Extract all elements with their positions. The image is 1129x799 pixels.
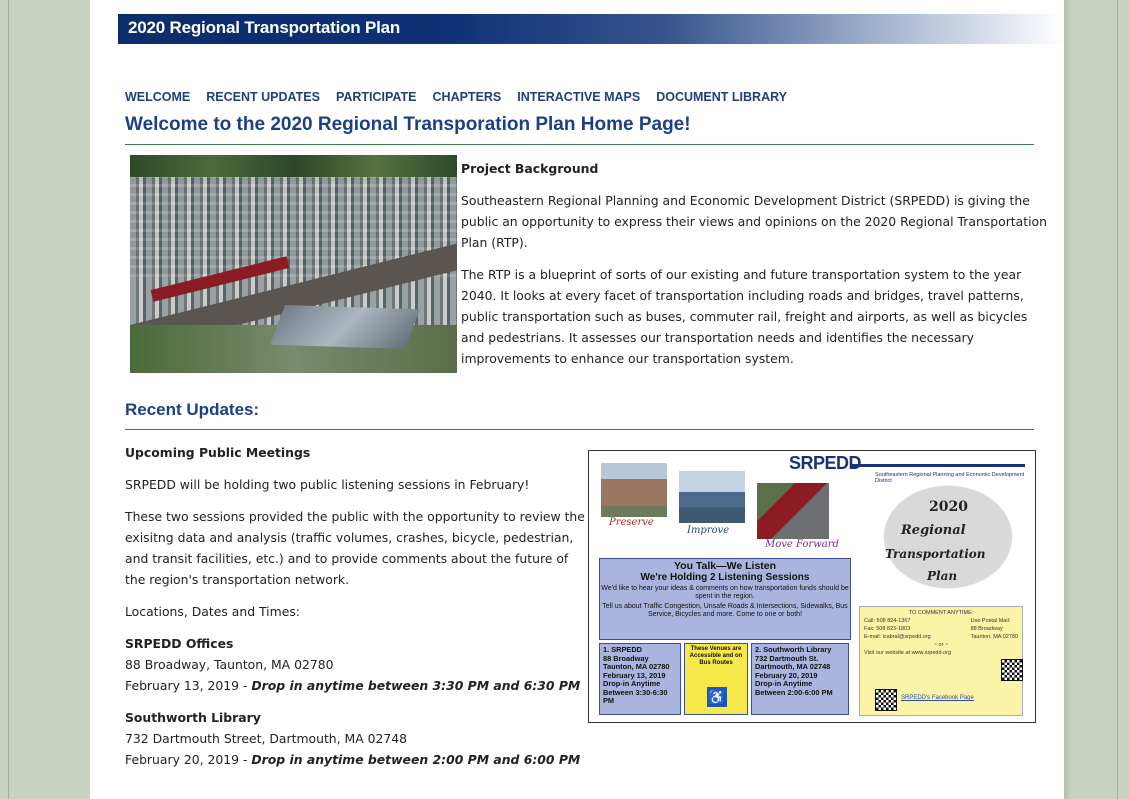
site-banner: 2020 Regional Transportation Plan <box>118 14 1064 44</box>
flyer-year: 2020 <box>929 499 968 515</box>
move-forward-photo <box>757 483 829 539</box>
location-name: SRPEDD Offices <box>125 636 234 651</box>
wheelchair-icon: ♿ <box>707 687 727 707</box>
location-address: 732 Dartmouth Street, Dartmouth, MA 0274… <box>125 731 408 746</box>
location-time: Drop in anytime between 3:30 PM and 6:30… <box>251 678 581 693</box>
station-aerial-photo <box>130 155 457 373</box>
flyer-tagline: Southeastern Regional Planning and Econo… <box>875 472 1025 484</box>
session-box-srpedd: 1. SRPEDD 88 Broadway Taunton, MA 02780 … <box>599 643 681 715</box>
listen-text: We'd like to hear your ideas & comments … <box>601 585 849 600</box>
page-shadow <box>1064 0 1072 799</box>
updates-subhead: Upcoming Public Meetings <box>125 445 311 460</box>
listening-sessions-box: You Talk—We Listen We're Holding 2 Liste… <box>599 558 851 640</box>
frame-left-line <box>8 0 9 799</box>
nav-interactive-maps[interactable]: INTERACTIVE MAPS <box>517 90 640 104</box>
flyer-title: Plan <box>927 569 958 583</box>
preserve-photo <box>601 463 667 517</box>
nav-recent-updates[interactable]: RECENT UPDATES <box>206 90 320 104</box>
nav-chapters[interactable]: CHAPTERS <box>433 90 502 104</box>
listen-subheading: We're Holding 2 Listening Sessions <box>640 572 810 583</box>
listen-heading: You Talk—We Listen <box>673 560 777 572</box>
background-paragraph: Southeastern Regional Planning and Econo… <box>461 193 1047 250</box>
nav-participate[interactable]: PARTICIPATE <box>336 90 417 104</box>
qr-code-icon <box>1001 659 1023 681</box>
project-background: Project Background Southeastern Regional… <box>461 158 1051 380</box>
main-nav: WELCOME RECENT UPDATES PARTICIPATE CHAPT… <box>125 90 787 104</box>
site-title: 2020 Regional Transportation Plan <box>128 18 401 37</box>
comment-mail: 88 Broadway <box>970 626 1003 632</box>
updates-paragraph: SRPEDD will be holding two public listen… <box>125 477 530 492</box>
background-subhead: Project Background <box>461 161 599 176</box>
frame-right-line <box>1117 0 1118 799</box>
nav-document-library[interactable]: DOCUMENT LIBRARY <box>656 90 787 104</box>
page-title: Welcome to the 2020 Regional Transporati… <box>125 114 691 135</box>
flyer-word: Improve <box>687 525 730 536</box>
recent-updates-heading: Recent Updates: <box>125 400 260 419</box>
location-date: February 20, 2019 - <box>125 752 252 767</box>
comment-fax: Fax: 508 823-1803 <box>864 626 911 632</box>
heading-divider <box>125 144 1034 145</box>
comment-title: TO COMMENT ANYTIME: <box>908 610 974 616</box>
updates-paragraph: Locations, Dates and Times: <box>125 604 300 619</box>
comment-email: E-mail: lcabral@srpedd.org <box>864 634 931 640</box>
listening-sessions-flyer: SRPEDD Southeastern Regional Planning an… <box>588 450 1036 723</box>
flyer-word: Preserve <box>609 517 654 528</box>
updates-paragraph: These two sessions provided the public w… <box>125 509 585 587</box>
background-paragraph: The RTP is a blueprint of sorts of our e… <box>461 267 1028 366</box>
location-time: Drop in anytime between 2:00 PM and 6:00… <box>251 752 581 767</box>
location-name: Southworth Library <box>125 710 261 725</box>
session-box-library: 2. Southworth Library 732 Dartmouth St. … <box>751 643 849 715</box>
comment-mail: Taunton, MA 02780 <box>970 634 1018 640</box>
facebook-link: SRPEDD's Facebook Page <box>901 695 974 701</box>
improve-photo <box>679 471 745 523</box>
location-date: February 13, 2019 - <box>125 678 252 693</box>
comment-web: Visit our website at www.srpedd.org <box>864 650 952 656</box>
listen-text: Tell us about Traffic Congestion, Unsafe… <box>602 603 848 618</box>
comment-mail: Use Postal Mail: <box>970 618 1011 624</box>
recent-updates: Upcoming Public Meetings SRPEDD will be … <box>125 442 585 781</box>
qr-code-icon <box>875 689 897 711</box>
flyer-title: Transportation <box>885 547 986 561</box>
page: 2020 Regional Transportation Plan WELCOM… <box>90 0 1064 799</box>
comment-or: ~ or ~ <box>933 642 949 648</box>
updates-divider <box>125 429 1034 430</box>
flyer-word: Move Forward <box>765 539 839 550</box>
comment-call: Call: 508 824-1367 <box>864 618 911 624</box>
nav-welcome[interactable]: WELCOME <box>125 90 190 104</box>
flyer-title: Regional <box>901 523 966 538</box>
location-address: 88 Broadway, Taunton, MA 02780 <box>125 657 334 672</box>
